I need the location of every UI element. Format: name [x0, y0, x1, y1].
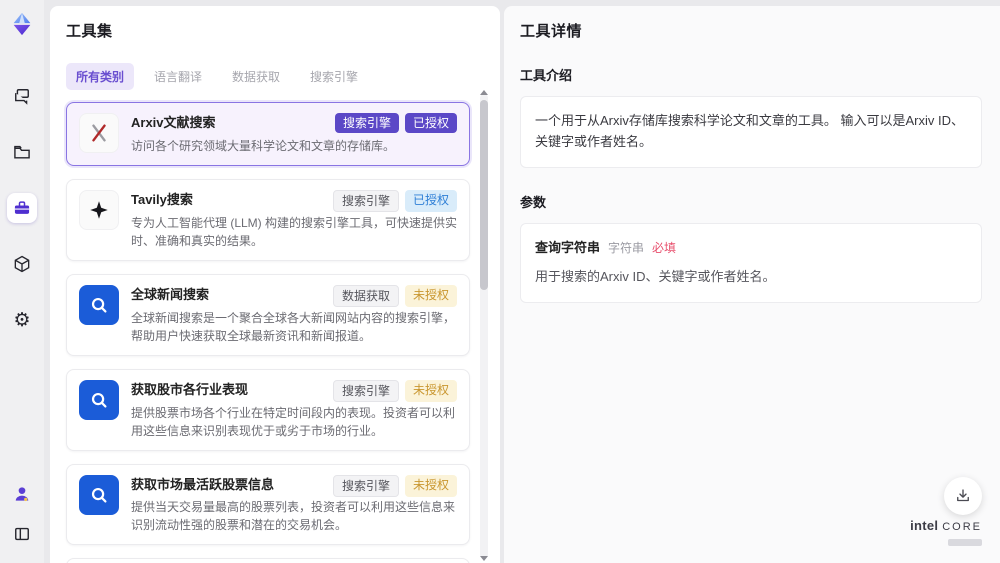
settings-gear-icon: ⚙ — [13, 309, 31, 331]
tool-description: 提供当天交易量最高的股票列表，投资者可以利用这些信息来识别流动性强的股票和潜在的… — [131, 500, 456, 533]
tab-language-translation[interactable]: 语言翻译 — [144, 63, 212, 90]
tool-card-regional-news[interactable]: 万维地区新闻查询 查询具体行政区划内的新闻，快速了解各地新闻动 搜索引擎 未授权 — [66, 558, 470, 563]
tool-card-global-news[interactable]: 全球新闻搜索 全球新闻搜索是一个聚合全球各大新闻网站内容的搜索引擎，帮助用户快速… — [66, 273, 470, 356]
category-badge: 搜索引擎 — [332, 474, 399, 497]
sidebar-item-files[interactable] — [7, 137, 37, 167]
news-search-icon — [79, 379, 119, 420]
tool-card-arxiv[interactable]: Arxiv文献搜索 访问各个研究领域大量科学论文和文章的存储库。 搜索引擎 已授… — [66, 102, 470, 166]
sidebar-item-packages[interactable] — [7, 249, 37, 279]
core-product-text: CORE — [942, 521, 982, 533]
sidebar-item-tools[interactable] — [7, 193, 37, 223]
sidebar-item-account[interactable] — [7, 479, 37, 509]
tool-description: 专为人工智能代理 (LLM) 构建的搜索引擎工具，可快速提供实时、准确和真实的结… — [131, 215, 458, 248]
user-icon — [12, 484, 32, 504]
app-logo-icon — [7, 9, 37, 39]
tool-list-scrollbar[interactable] — [480, 90, 488, 561]
tool-card-tavily[interactable]: Tavily搜索 专为人工智能代理 (LLM) 构建的搜索引擎工具，可快速提供实… — [66, 178, 470, 261]
tool-card-sector-performance[interactable]: 获取股市各行业表现 提供股票市场各个行业在特定时间段内的表现。投资者可以利用这些… — [66, 368, 470, 451]
scrollbar-thumb[interactable] — [480, 100, 488, 290]
tool-description: 提供股票市场各个行业在特定时间段内的表现。投资者可以利用这些信息来识别表现优于或… — [131, 405, 456, 438]
processor-sub-badge — [948, 539, 982, 546]
package-icon — [12, 254, 32, 274]
intro-heading: 工具介绍 — [520, 68, 573, 83]
scroll-up-icon[interactable] — [480, 90, 488, 95]
tool-description: 访问各个研究领域大量科学论文和文章的存储库。 — [131, 138, 396, 153]
tool-collection-panel: 工具集 所有类别 语言翻译 数据获取 搜索引擎 Arxiv文献搜索 访问各个研究… — [50, 6, 500, 563]
category-tabs: 所有类别 语言翻译 数据获取 搜索引擎 — [66, 63, 484, 90]
auth-status-badge: 已授权 — [404, 189, 457, 212]
tab-search-engine[interactable]: 搜索引擎 — [300, 63, 368, 90]
param-box: 查询字符串 字符串 必填 用于搜索的Arxiv ID、关键字或作者姓名。 — [520, 222, 982, 304]
params-heading: 参数 — [520, 194, 547, 210]
param-type: 字符串 — [608, 240, 645, 255]
intel-brand-text: intel — [910, 518, 939, 533]
tool-list: Arxiv文献搜索 访问各个研究领域大量科学论文和文章的存储库。 搜索引擎 已授… — [66, 102, 484, 563]
page-title: 工具集 — [66, 23, 113, 40]
arxiv-logo-icon — [79, 113, 119, 153]
auth-status-badge: 未授权 — [404, 474, 457, 497]
tool-detail-panel: 工具详情 工具介绍 一个用于从Arxiv存储库搜索科学论文和文章的工具。 输入可… — [504, 6, 1000, 563]
news-search-icon — [79, 474, 119, 515]
sidebar-item-panel-toggle[interactable] — [7, 519, 37, 549]
folder-icon — [12, 142, 32, 162]
category-badge: 搜索引擎 — [332, 189, 399, 212]
auth-status-badge: 未授权 — [404, 284, 457, 307]
param-name: 查询字符串 — [535, 239, 601, 255]
param-required-badge: 必填 — [652, 240, 677, 255]
tab-data-acquisition[interactable]: 数据获取 — [222, 63, 290, 90]
intro-text: 一个用于从Arxiv存储库搜索科学论文和文章的工具。 输入可以是Arxiv ID… — [535, 113, 965, 149]
tool-card-most-active-stocks[interactable]: 获取市场最活跃股票信息 提供当天交易量最高的股票列表，投资者可以利用这些信息来识… — [66, 463, 470, 546]
download-icon — [954, 487, 972, 505]
scroll-down-icon[interactable] — [480, 556, 488, 561]
sidebar-item-settings[interactable]: ⚙ — [7, 305, 37, 335]
tool-description: 全球新闻搜索是一个聚合全球各大新闻网站内容的搜索引擎，帮助用户快速获取全球最新资… — [131, 310, 456, 343]
chat-icon — [12, 86, 32, 106]
panel-toggle-icon — [12, 524, 32, 544]
app-sidebar: ⚙ — [0, 0, 44, 563]
toolbox-icon — [12, 198, 32, 218]
category-badge: 搜索引擎 — [334, 113, 399, 133]
tab-all-categories[interactable]: 所有类别 — [66, 63, 135, 90]
news-search-icon — [79, 284, 119, 325]
tavily-star-icon — [79, 189, 119, 230]
intel-core-watermark: intel CORE — [910, 518, 982, 551]
intro-box: 一个用于从Arxiv存储库搜索科学论文和文章的工具。 输入可以是Arxiv ID… — [520, 96, 982, 168]
category-badge: 搜索引擎 — [332, 379, 399, 402]
download-button[interactable] — [944, 477, 982, 515]
category-badge: 数据获取 — [332, 284, 399, 307]
detail-title: 工具详情 — [520, 23, 583, 40]
auth-status-badge: 未授权 — [404, 379, 457, 402]
sidebar-item-chat[interactable] — [7, 81, 37, 111]
auth-status-badge: 已授权 — [404, 113, 457, 133]
param-description: 用于搜索的Arxiv ID、关键字或作者姓名。 — [535, 269, 776, 285]
